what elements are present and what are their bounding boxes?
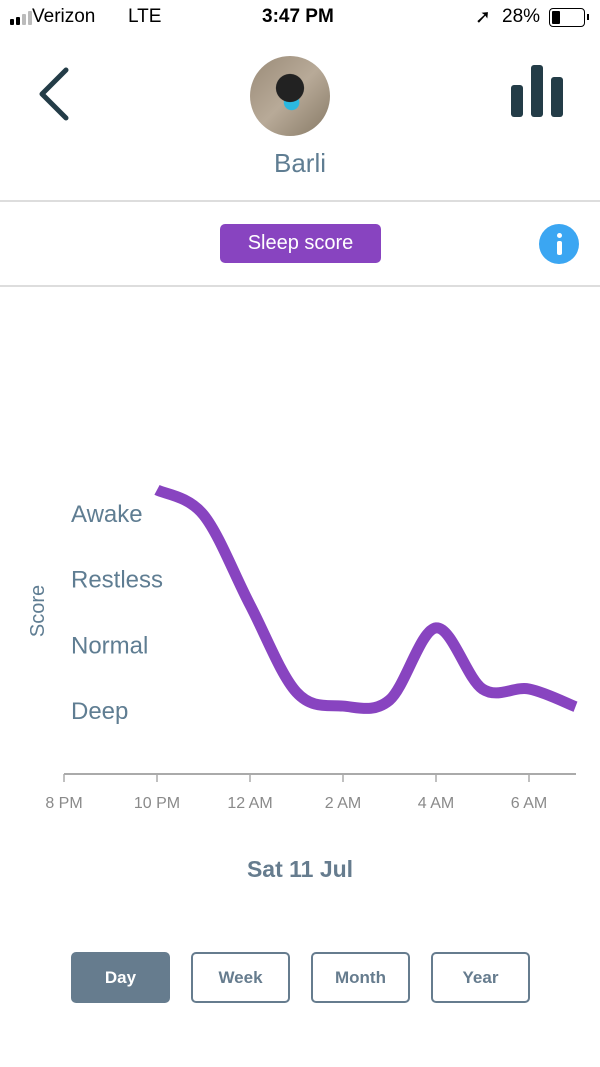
x-tick-label: 6 AM [511, 795, 547, 812]
x-tick-label: 10 PM [134, 795, 180, 812]
sleep-chart: 8 PM 10 PM 12 AM 2 AM 4 AM 6 AM Deep Normal Rest… [27, 484, 578, 812]
battery-percent: 28% [502, 6, 541, 27]
clock: 3:47 PM [262, 6, 334, 27]
range-year-button[interactable]: Year [431, 952, 530, 1003]
battery-icon [549, 8, 589, 27]
info-icon[interactable] [539, 224, 579, 264]
range-month-button[interactable]: Month [311, 952, 410, 1003]
avatar[interactable] [250, 56, 330, 136]
x-tick-label: 12 AM [227, 795, 272, 812]
network: LTE [128, 6, 162, 27]
divider [0, 285, 600, 287]
range-day-button[interactable]: Day [71, 952, 170, 1003]
y-axis-label: Score [27, 585, 49, 637]
y-category-label: Awake [71, 501, 143, 528]
carrier: Verizon [32, 6, 96, 27]
bar-chart-icon[interactable] [511, 65, 563, 117]
y-category-label: Normal [71, 632, 148, 659]
y-category-label: Deep [71, 698, 128, 725]
divider [0, 200, 600, 202]
sleep-score-line [154, 484, 578, 714]
signal-icon [10, 11, 32, 25]
x-tick-label: 2 AM [325, 795, 361, 812]
back-button[interactable] [36, 64, 76, 124]
metric-selector[interactable]: Sleep score [220, 224, 381, 263]
x-tick-label: 8 PM [45, 795, 82, 812]
x-tick-label: 4 AM [418, 795, 454, 812]
pet-name: Barli [273, 148, 326, 178]
status-bar: Verizon LTE 3:47 PM ➚ 28% [0, 0, 600, 36]
location-icon: ➚ [475, 7, 491, 28]
y-category-label: Restless [71, 567, 163, 594]
range-week-button[interactable]: Week [191, 952, 290, 1003]
date-label: Sat 11 Jul [246, 856, 354, 882]
chevron-left-icon [39, 67, 69, 121]
